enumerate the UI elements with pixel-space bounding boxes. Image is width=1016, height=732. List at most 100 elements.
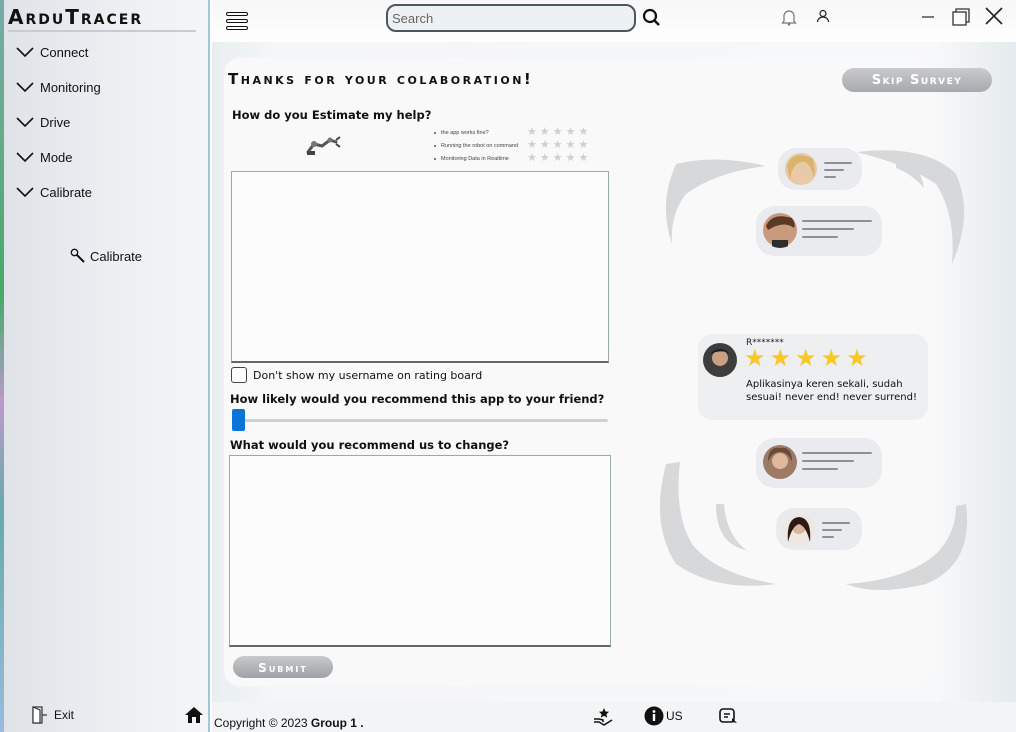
reviews-illustration: R******* ★★★★★ Aplikasinya keren sekali,…	[656, 144, 976, 604]
review-bubble	[776, 508, 862, 550]
sidebar-item-drive[interactable]: Drive	[16, 110, 70, 134]
rating-row: the app works fine? ★ ★ ★ ★ ★	[434, 126, 594, 139]
star-icon[interactable]: ★	[553, 153, 563, 164]
chevron-down-icon	[16, 117, 34, 128]
rating-row: Monitoring Data in Realtime ★ ★ ★ ★ ★	[434, 152, 594, 165]
sidebar-item-label: Mode	[40, 149, 73, 165]
bullet	[434, 157, 436, 160]
main-content: Thanks for your colaboration! Skip Surve…	[212, 42, 1016, 702]
about-us-label: US	[666, 709, 683, 723]
app-title: ArduTracer	[8, 5, 144, 29]
text-line	[822, 522, 850, 524]
skip-survey-button[interactable]: Skip Survey	[842, 68, 992, 92]
chevron-down-icon	[16, 152, 34, 163]
avatar	[785, 153, 817, 185]
text-line	[824, 176, 836, 178]
checkbox-label: Don't show my username on rating board	[253, 368, 483, 382]
text-line	[802, 220, 872, 222]
text-line	[802, 452, 872, 454]
maximize-icon[interactable]	[952, 8, 970, 26]
sidebar-item-calibrate[interactable]: Calibrate	[16, 180, 92, 204]
review-bubble	[756, 438, 882, 488]
question-estimate-help: How do you Estimate my help?	[232, 108, 432, 122]
star-icon[interactable]: ★	[527, 140, 537, 151]
bell-icon[interactable]	[780, 8, 798, 26]
star-icon[interactable]: ★	[527, 127, 537, 138]
sidebar-item-monitoring[interactable]: Monitoring	[16, 75, 101, 99]
sidebar-subitem-calibrate[interactable]: Calibrate	[70, 246, 142, 266]
submit-label: Submit	[258, 661, 308, 675]
sidebar-subitem-label: Calibrate	[90, 248, 143, 264]
star-icon[interactable]: ★	[553, 127, 563, 138]
text-line	[824, 169, 844, 171]
chevron-down-icon	[16, 187, 34, 198]
about-us-button[interactable]: US	[644, 706, 683, 726]
star-icon[interactable]: ★	[540, 140, 550, 151]
text-line	[802, 228, 854, 230]
featured-review: R******* ★★★★★ Aplikasinya keren sekali,…	[698, 334, 928, 420]
bullet	[434, 144, 436, 147]
info-icon	[644, 706, 664, 726]
rating-label: the app works fine?	[441, 129, 489, 136]
search-input[interactable]	[388, 6, 634, 30]
star-icon[interactable]: ★	[527, 153, 537, 164]
submit-button[interactable]: Submit	[233, 656, 333, 678]
chevron-down-icon	[16, 47, 34, 58]
rating-label: Monitoring Data in Realtime	[441, 155, 509, 162]
feedback-textarea[interactable]	[231, 171, 609, 363]
menu-button[interactable]	[226, 12, 248, 34]
exit-button[interactable]: Exit	[32, 706, 74, 724]
recommend-slider-thumb[interactable]	[232, 409, 245, 431]
star-icon[interactable]: ★	[566, 140, 576, 151]
star-icon[interactable]: ★	[579, 127, 589, 138]
exit-icon	[32, 706, 47, 724]
star-rating: ★ ★ ★ ★ ★	[527, 127, 588, 138]
menu-bar	[226, 12, 248, 16]
home-icon	[185, 707, 203, 723]
hide-username-checkbox[interactable]: Don't show my username on rating board	[231, 367, 482, 383]
close-icon[interactable]	[984, 6, 1004, 26]
sidebar-item-mode[interactable]: Mode	[16, 145, 73, 169]
star-icon[interactable]: ★	[579, 140, 589, 151]
star-icon[interactable]: ★	[553, 140, 563, 151]
avatar	[763, 213, 797, 248]
star-icon[interactable]: ★	[540, 153, 550, 164]
checkbox-box[interactable]	[231, 367, 247, 383]
sidebar-item-label: Calibrate	[40, 184, 93, 200]
search-icon[interactable]	[642, 8, 660, 26]
review-text: Aplikasinya keren sekali, sudah sesuai! …	[746, 379, 917, 403]
user-icon[interactable]	[816, 9, 830, 23]
text-line	[822, 536, 834, 538]
copyright: Copyright © 2023 Group 1 .	[214, 716, 364, 730]
minimize-icon[interactable]	[920, 8, 936, 24]
menu-bar	[226, 19, 248, 23]
copyright-prefix: Copyright © 2023	[214, 716, 311, 730]
app-logo: ArduTracer	[8, 4, 196, 32]
star-icon[interactable]: ★	[566, 127, 576, 138]
star-icon[interactable]: ★	[566, 153, 576, 164]
chat-icon[interactable]	[718, 706, 738, 726]
avatar	[763, 445, 797, 479]
text-line	[824, 162, 852, 164]
top-bar	[212, 0, 1016, 42]
review-bubble	[778, 148, 862, 190]
rate-hand-icon[interactable]	[592, 706, 614, 728]
recommend-slider-track[interactable]	[234, 419, 608, 422]
exit-label: Exit	[54, 708, 75, 722]
star-icon[interactable]: ★	[579, 153, 589, 164]
rating-label: Running the robot on command	[441, 142, 519, 149]
home-button[interactable]	[184, 706, 204, 729]
survey-title-text: Thanks for your colaboration!	[228, 70, 534, 88]
star-icon[interactable]: ★	[540, 127, 550, 138]
sidebar-item-label: Drive	[40, 114, 71, 130]
bullet	[434, 131, 436, 134]
question-recommend-likelihood: How likely would you recommend this app …	[230, 392, 605, 406]
star-rating: ★ ★ ★ ★ ★	[527, 153, 588, 164]
avatar	[703, 343, 737, 377]
rating-list: the app works fine? ★ ★ ★ ★ ★ Running the ro…	[434, 126, 594, 165]
change-suggestion-textarea[interactable]	[229, 455, 611, 647]
sidebar-item-connect[interactable]: Connect	[16, 40, 88, 64]
text-line	[802, 468, 838, 470]
sidebar-item-label: Monitoring	[40, 79, 101, 95]
star-rating: ★ ★ ★ ★ ★	[527, 140, 588, 151]
